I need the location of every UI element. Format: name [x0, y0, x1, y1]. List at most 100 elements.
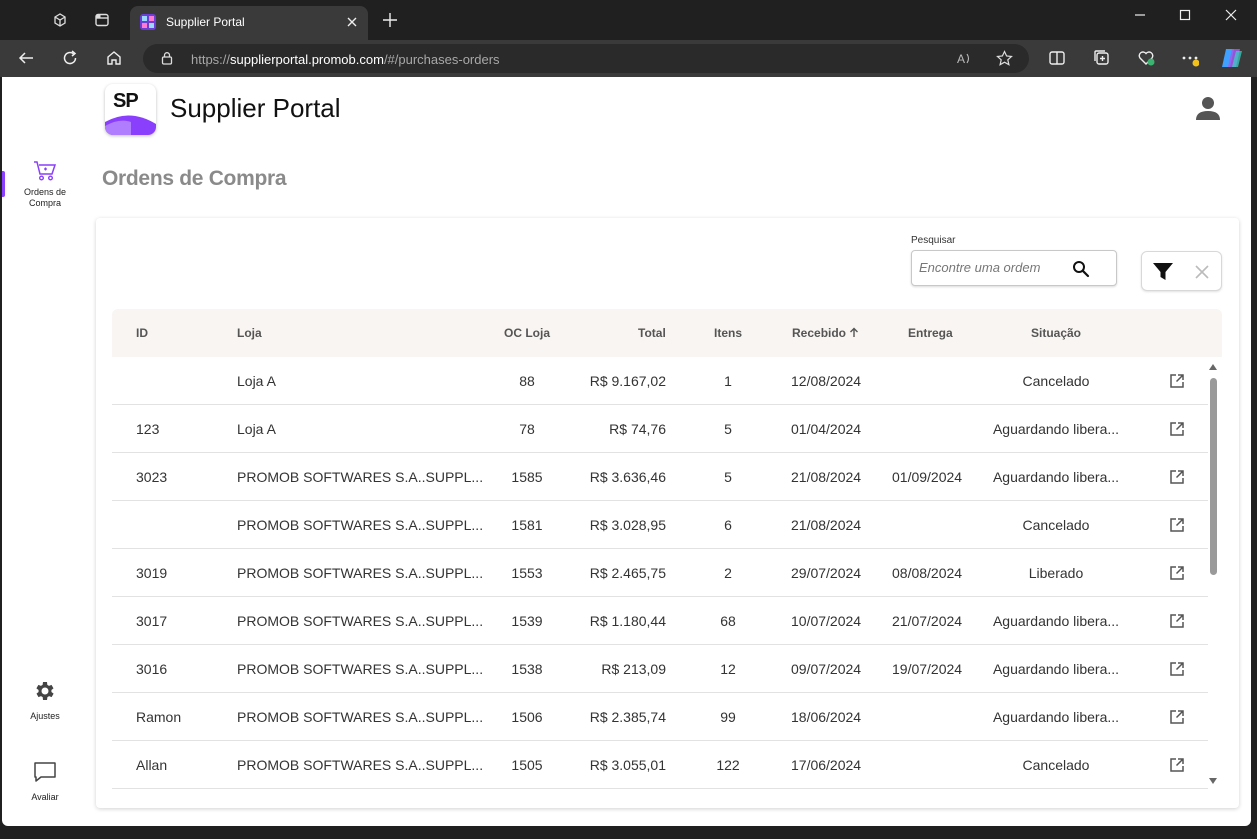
browser-tab-supplier-portal[interactable]: Supplier Portal: [130, 6, 368, 40]
cell-oc-loja: 78: [519, 421, 535, 437]
url-text: https://supplierportal.promob.com/#/purc…: [191, 52, 500, 67]
close-tab-icon[interactable]: [344, 14, 360, 30]
cell-loja: PROMOB SOFTWARES S.A..SUPPL...: [237, 613, 484, 629]
read-aloud-icon[interactable]: A: [956, 50, 973, 67]
gear-icon: [36, 682, 54, 700]
cell-situacao: Cancelado: [1022, 373, 1090, 389]
table-row[interactable]: Loja A 88 R$ 9.167,02 1 12/08/2024 Cancelado: [112, 357, 1208, 405]
cell-total: R$ 74,76: [609, 421, 666, 437]
browser-essentials-icon[interactable]: [1137, 49, 1155, 67]
tab-actions-icon[interactable]: [94, 12, 110, 28]
more-options-icon[interactable]: [1181, 49, 1199, 67]
table-row[interactable]: 3023 PROMOB SOFTWARES S.A..SUPPL... 1585 R$…: [112, 453, 1208, 501]
workspaces-icon[interactable]: [52, 12, 68, 28]
search-field[interactable]: [911, 250, 1117, 286]
cell-situacao: Cancelado: [1022, 517, 1090, 533]
column-header-id[interactable]: ID: [136, 326, 148, 340]
chat-icon: [34, 762, 56, 782]
column-header-loja[interactable]: Loja: [237, 326, 262, 340]
column-header-recebido[interactable]: Recebido: [792, 326, 859, 340]
cell-total: R$ 2.465,75: [589, 565, 666, 581]
table-row[interactable]: 123 Loja A 78 R$ 74,76 5 01/04/2024 Aguardando…: [112, 405, 1208, 453]
page-title: Ordens de Compra: [102, 167, 287, 190]
open-order-icon[interactable]: [1169, 469, 1185, 485]
open-order-icon[interactable]: [1169, 373, 1185, 389]
search-input[interactable]: [919, 260, 1069, 275]
collections-icon[interactable]: [1093, 49, 1111, 67]
minimize-icon[interactable]: [1133, 8, 1147, 22]
column-header-entrega[interactable]: Entrega: [908, 326, 953, 340]
logo-shape-icon: [105, 115, 156, 135]
open-order-icon[interactable]: [1169, 565, 1185, 581]
cell-situacao: Aguardando libera...: [992, 421, 1120, 437]
table-row[interactable]: 3017 PROMOB SOFTWARES S.A..SUPPL... 1539 R$…: [112, 597, 1208, 645]
home-icon[interactable]: [105, 49, 123, 67]
cell-situacao: Aguardando libera...: [992, 661, 1120, 677]
new-tab-icon[interactable]: [382, 12, 398, 28]
url-path: /#/purchases-orders: [383, 52, 500, 67]
url-bar[interactable]: https://supplierportal.promob.com/#/purc…: [143, 44, 1029, 73]
lock-icon[interactable]: [160, 51, 174, 65]
cell-loja: Loja A: [237, 421, 276, 437]
sidebar-item-ajustes[interactable]: Ajustes: [2, 679, 88, 722]
clear-filter-icon[interactable]: [1194, 264, 1210, 280]
sort-ascending-icon[interactable]: [849, 327, 859, 338]
app-logo[interactable]: SP: [105, 84, 156, 135]
table-row[interactable]: 3019 PROMOB SOFTWARES S.A..SUPPL... 1553 R$…: [112, 549, 1208, 597]
browser-address-bar: https://supplierportal.promob.com/#/purc…: [0, 40, 1257, 77]
scroll-down-icon[interactable]: [1209, 777, 1217, 785]
cell-oc-loja: 1585: [511, 469, 543, 485]
cell-itens: 5: [724, 469, 732, 485]
table-scrollbar[interactable]: [1208, 363, 1218, 785]
cell-id: 3023: [136, 469, 168, 485]
scroll-up-icon[interactable]: [1209, 363, 1217, 371]
table-row[interactable]: PROMOB SOFTWARES S.A..SUPPL... 1581 R$ 3.0…: [112, 501, 1208, 549]
cell-id: 3017: [136, 613, 168, 629]
refresh-icon[interactable]: [61, 49, 79, 67]
open-order-icon[interactable]: [1169, 709, 1185, 725]
column-header-oc-loja[interactable]: OC Loja: [504, 326, 550, 340]
search-icon[interactable]: [1072, 260, 1090, 278]
open-order-icon[interactable]: [1169, 661, 1185, 677]
table-body: Loja A 88 R$ 9.167,02 1 12/08/2024 Cancelado 1…: [112, 357, 1208, 797]
cell-id: 3019: [136, 565, 168, 581]
cell-oc-loja: 1506: [511, 709, 543, 725]
open-order-icon[interactable]: [1169, 757, 1185, 773]
filter-icon[interactable]: [1152, 262, 1174, 282]
user-account-icon[interactable]: [1195, 95, 1221, 121]
cell-entrega: 08/08/2024: [892, 565, 963, 581]
cell-itens: 68: [720, 613, 736, 629]
open-order-icon[interactable]: [1169, 421, 1185, 437]
sidebar-item-avaliar[interactable]: Avaliar: [2, 760, 88, 803]
table-row[interactable]: Ramon PROMOB SOFTWARES S.A..SUPPL... 1506 R…: [112, 693, 1208, 741]
open-order-icon[interactable]: [1169, 613, 1185, 629]
cell-total: R$ 3.636,46: [589, 469, 666, 485]
column-header-situacao[interactable]: Situação: [1031, 326, 1081, 340]
maximize-icon[interactable]: [1178, 8, 1192, 22]
cell-recebido: 01/04/2024: [791, 421, 862, 437]
favorite-star-icon[interactable]: [996, 50, 1013, 67]
cell-entrega: 21/07/2024: [892, 613, 963, 629]
cell-recebido: 21/08/2024: [791, 517, 862, 533]
cell-oc-loja: 1539: [511, 613, 543, 629]
browser-tab-bar: Supplier Portal: [0, 0, 1257, 40]
column-header-total[interactable]: Total: [638, 326, 666, 340]
scrollbar-thumb[interactable]: [1210, 378, 1217, 575]
sidebar-label-line2: Compra: [28, 198, 61, 208]
column-header-itens[interactable]: Itens: [714, 326, 742, 340]
cell-loja: PROMOB SOFTWARES S.A..SUPPL...: [237, 517, 484, 533]
table-row[interactable]: Allan PROMOB SOFTWARES S.A..SUPPL... 1505 R…: [112, 741, 1208, 789]
cell-loja: PROMOB SOFTWARES S.A..SUPPL...: [237, 565, 484, 581]
close-window-icon[interactable]: [1224, 8, 1238, 22]
cell-recebido: 10/07/2024: [791, 613, 862, 629]
cell-situacao: Aguardando libera...: [992, 613, 1120, 629]
split-screen-icon[interactable]: [1048, 49, 1066, 67]
cell-oc-loja: 88: [519, 373, 535, 389]
sidebar-item-ordens-de-compra[interactable]: Ordens de Compra: [2, 159, 88, 209]
open-order-icon[interactable]: [1169, 517, 1185, 533]
cart-icon: [34, 161, 57, 181]
back-icon[interactable]: [17, 49, 35, 67]
cell-total: R$ 9.167,02: [589, 373, 666, 389]
copilot-icon[interactable]: [1220, 47, 1244, 69]
table-row[interactable]: 3016 PROMOB SOFTWARES S.A..SUPPL... 1538 R$…: [112, 645, 1208, 693]
